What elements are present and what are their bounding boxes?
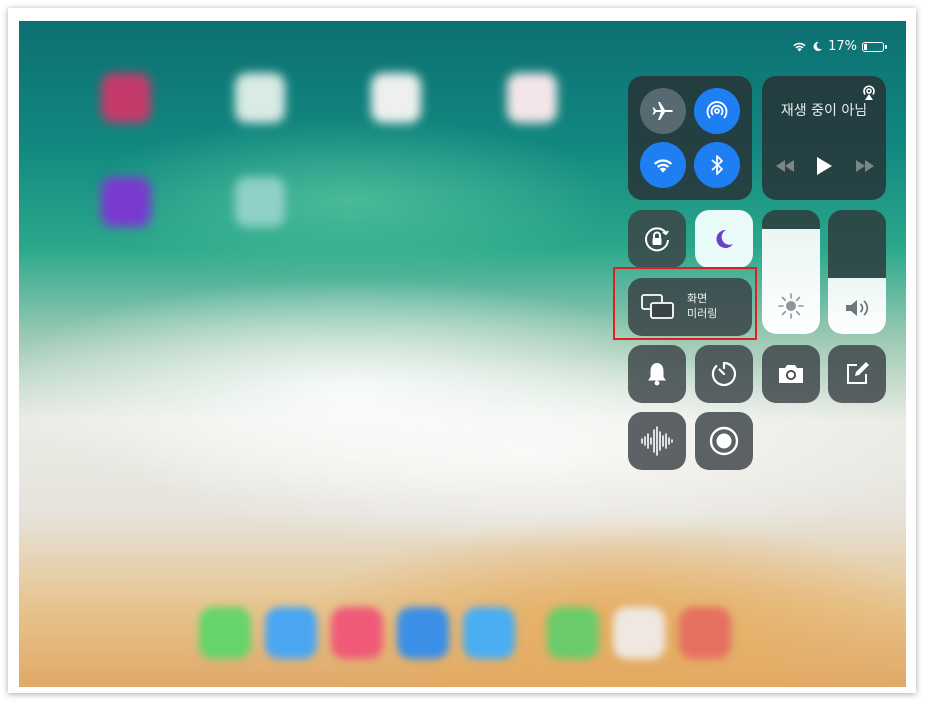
orientation-lock-button[interactable] [628,210,686,268]
airplay-audio-icon[interactable] [860,83,878,101]
status-bar: 17% [792,39,887,54]
screen-recording-button[interactable] [695,412,753,470]
rewind-icon[interactable] [774,159,796,173]
airplane-mode-toggle[interactable] [640,88,686,134]
now-playing-module[interactable]: 재생 중이 아님 [762,76,886,200]
wifi-toggle[interactable] [640,142,686,188]
notes-button[interactable] [828,345,886,403]
dock-icon[interactable] [547,607,599,659]
camera-button[interactable] [762,345,820,403]
camera-icon [779,365,803,383]
wifi-status-icon [793,42,806,52]
ring-silent-button[interactable] [628,345,686,403]
do-not-disturb-button[interactable] [695,210,753,268]
bluetooth-icon [711,155,723,175]
app-icon-blurred[interactable] [101,73,151,123]
sun-icon [778,293,804,319]
ipad-screen: 17% 재생 중이 아님 화면 미러링 [19,21,906,687]
bluetooth-toggle[interactable] [694,142,740,188]
battery-icon [862,41,887,52]
battery-percent: 17% [828,39,857,54]
app-icon-blurred[interactable] [371,73,421,123]
now-playing-status: 재생 중이 아님 [780,103,868,119]
dock-icon[interactable] [397,607,449,659]
wifi-icon [653,159,673,173]
app-icon-blurred[interactable] [101,177,151,227]
voice-memos-button[interactable] [628,412,686,470]
orientation-lock-icon [645,227,669,252]
moon-icon [716,229,733,248]
play-icon[interactable] [815,156,833,176]
brightness-slider[interactable] [762,210,820,334]
fast-forward-icon[interactable] [854,159,876,173]
timer-icon [711,361,737,387]
app-icon-blurred[interactable] [235,73,285,123]
screen-mirroring-highlight [613,267,757,340]
speaker-icon [846,300,869,316]
dock-icon[interactable] [331,607,383,659]
dock-icon[interactable] [265,607,317,659]
dock-icon[interactable] [613,607,665,659]
connectivity-module [628,76,752,200]
record-icon [709,426,739,456]
bell-icon [648,363,666,386]
compose-icon [847,362,869,384]
dock-icon[interactable] [199,607,251,659]
airdrop-icon [706,101,728,119]
airplane-icon [652,102,673,120]
app-icon-blurred[interactable] [235,177,285,227]
airdrop-toggle[interactable] [694,88,740,134]
moon-status-icon [813,41,823,52]
waveform-icon [641,426,673,456]
timer-button[interactable] [695,345,753,403]
dock-icon[interactable] [463,607,515,659]
app-icon-blurred[interactable] [507,73,557,123]
dock-icon[interactable] [679,607,731,659]
volume-slider[interactable] [828,210,886,334]
